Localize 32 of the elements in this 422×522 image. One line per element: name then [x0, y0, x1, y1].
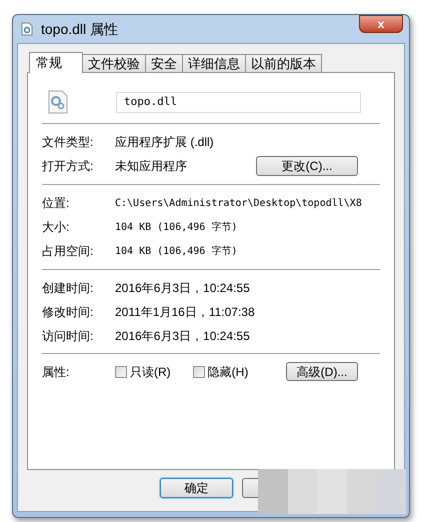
checkbox[interactable]: [192, 366, 205, 378]
tab[interactable]: 常规: [29, 52, 83, 73]
field-value: 104 KB (106,496 字节): [115, 220, 238, 234]
change-button[interactable]: 更改(C)...: [256, 156, 358, 176]
checkbox-label: 隐藏(H): [208, 364, 248, 380]
field-value: 104 KB (106,496 字节): [115, 244, 238, 258]
field-value: 2011年1月16日，11:07:38: [115, 304, 256, 321]
field-value: 2016年6月3日，10:24:55: [115, 328, 251, 345]
field-value: C:\Users\Administrator\Desktop\topodll\X8: [115, 196, 362, 210]
field-label: 位置:: [42, 195, 70, 212]
field-label: 打开方式:: [42, 158, 94, 175]
field-label: 属性:: [42, 364, 70, 380]
field-value: 未知应用程序: [115, 158, 188, 175]
checkbox-label: 只读(R): [130, 364, 171, 380]
tab[interactable]: 详细信息: [182, 54, 246, 72]
field-label: 文件类型:: [42, 134, 94, 151]
tab[interactable]: 安全: [145, 54, 183, 72]
field-label: 大小:: [42, 219, 70, 236]
field-value: 2016年6月3日，10:24:55: [115, 280, 251, 297]
file-name-field[interactable]: topo.dll: [116, 92, 361, 112]
field-label: 占用空间:: [42, 243, 94, 260]
tab[interactable]: 以前的版本: [245, 54, 322, 72]
advanced-button[interactable]: 高级(D)...: [286, 362, 358, 381]
dialog-button[interactable]: [242, 478, 258, 498]
checkbox[interactable]: [115, 366, 127, 378]
field-value: 应用程序扩展 (.dll): [115, 134, 215, 151]
tab[interactable]: 文件校验: [82, 54, 146, 72]
dialog-button[interactable]: 确定: [160, 478, 233, 498]
field-label: 修改时间:: [42, 304, 94, 321]
field-label: 创建时间:: [42, 280, 94, 297]
field-label: 访问时间:: [42, 328, 94, 345]
window-title: topo.dll 属性: [41, 20, 118, 39]
